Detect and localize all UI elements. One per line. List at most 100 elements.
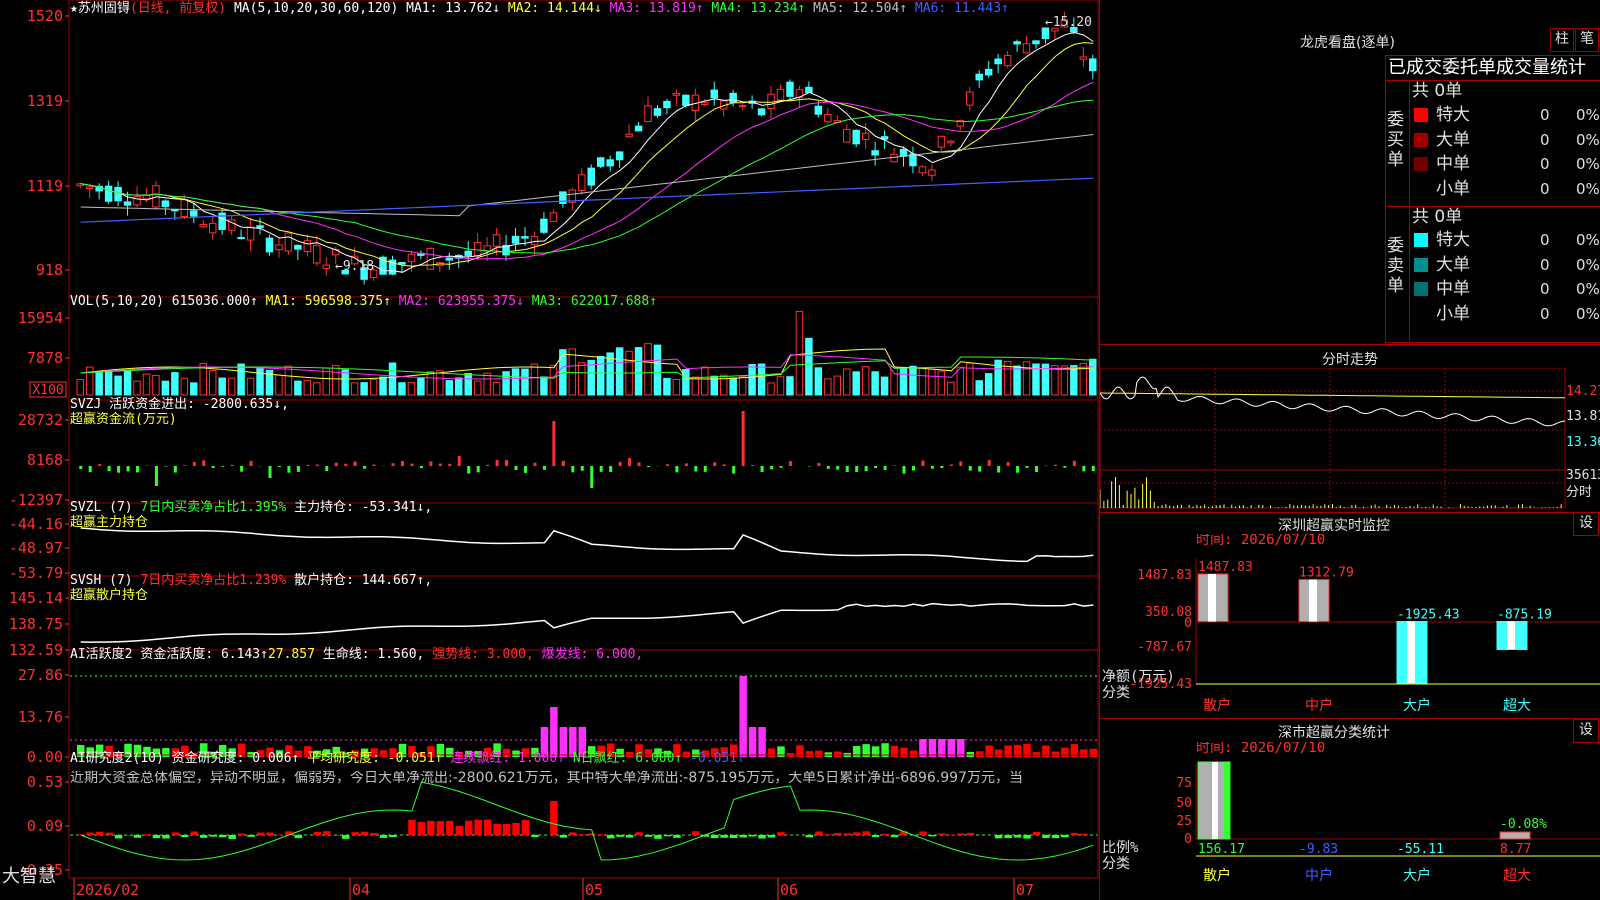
flow-bar bbox=[836, 466, 840, 470]
research-bar bbox=[209, 835, 217, 837]
research-bar bbox=[360, 831, 369, 835]
y-tick-label: -53.79 bbox=[9, 564, 63, 582]
sell-color-swatch bbox=[1414, 282, 1428, 297]
svzl-header: SVZL (7) 7日内买卖净占比1.395% 主力持仓: -53.341↓, … bbox=[70, 500, 432, 530]
volume-bar bbox=[663, 377, 671, 396]
candle-body bbox=[208, 222, 217, 234]
research-bar bbox=[417, 821, 426, 835]
research-bar bbox=[427, 820, 435, 835]
activity-bar bbox=[928, 739, 937, 757]
flow-bar bbox=[514, 466, 518, 470]
research-bar bbox=[493, 823, 501, 835]
flow-bar bbox=[154, 466, 158, 486]
volume-bar bbox=[672, 378, 681, 396]
x-tick-label: 06 bbox=[780, 881, 798, 899]
flow-bar bbox=[845, 466, 849, 472]
volume-bar bbox=[805, 337, 813, 396]
flow-bar bbox=[419, 466, 423, 469]
candle-body bbox=[284, 232, 293, 252]
classify-y-tick: 25 bbox=[1176, 814, 1192, 829]
research-bar bbox=[379, 835, 388, 838]
research-bar bbox=[86, 832, 94, 835]
research-bar bbox=[852, 832, 861, 835]
flow-bar bbox=[126, 466, 130, 472]
ai1-label: AI活跃度2 bbox=[70, 647, 133, 662]
flow-bar bbox=[893, 465, 897, 466]
candle-body bbox=[265, 237, 274, 253]
y-tick-label: 918 bbox=[36, 261, 63, 279]
flow-bar bbox=[467, 466, 471, 474]
ai2-header: AI研究度2(10) 资金研究度: 0.006↑ 平均研究度: -0.051↑ … bbox=[70, 751, 745, 766]
svzl-line bbox=[80, 527, 1094, 563]
volume-bar bbox=[606, 352, 614, 396]
activity-bar bbox=[1051, 751, 1060, 757]
flow-bar bbox=[722, 464, 726, 466]
activity-bar bbox=[805, 751, 814, 757]
research-bar bbox=[133, 835, 142, 838]
fenshi-chart[interactable]: 14.27 13.81 13.36 35613 分时 bbox=[1100, 368, 1600, 510]
flow-bar bbox=[296, 466, 300, 472]
buy-row-count: 0 bbox=[1540, 180, 1550, 199]
stock-name: ★苏州固锝 bbox=[70, 1, 130, 16]
research-bar bbox=[294, 835, 303, 839]
research-bar bbox=[1032, 831, 1041, 835]
svsh-value: 144.667↑, bbox=[361, 573, 433, 588]
flow-bar bbox=[637, 462, 641, 466]
y-tick-label: 15954 bbox=[18, 309, 63, 327]
flow-bar bbox=[930, 466, 934, 469]
activity-bar bbox=[1080, 749, 1088, 757]
flow-bar bbox=[826, 466, 830, 469]
classify-y-tick: 50 bbox=[1176, 796, 1192, 811]
volume-bar bbox=[1089, 358, 1097, 396]
research-bar bbox=[966, 832, 974, 835]
volume-bar bbox=[502, 371, 510, 396]
volume-bar bbox=[975, 380, 983, 396]
research-bar bbox=[777, 832, 785, 835]
svzj-label: SVZJ 活跃资金进出: bbox=[70, 397, 195, 412]
monitor-bar-highlight bbox=[1407, 621, 1415, 683]
research-bar bbox=[871, 835, 880, 838]
candle-body bbox=[1032, 40, 1040, 45]
sell-row-name: 小单 bbox=[1436, 304, 1470, 325]
research-bar bbox=[464, 820, 473, 835]
classify-chart[interactable]: 时间: 2026/07/10 75 50 25 0 -0.08% 156.17 -9.83 -5… bbox=[1100, 742, 1600, 900]
volume-bar bbox=[294, 380, 302, 396]
classify-settings-button[interactable]: 设 bbox=[1573, 719, 1599, 743]
volume-bar bbox=[757, 363, 766, 396]
candle-body bbox=[398, 261, 406, 265]
research-bar bbox=[1042, 835, 1050, 838]
svzl-label2: 主力持仓: bbox=[294, 500, 354, 515]
research-bar bbox=[483, 819, 492, 835]
research-bar bbox=[767, 835, 776, 838]
volume-bar bbox=[549, 364, 558, 396]
buy-row-pct: 0% bbox=[1576, 130, 1600, 149]
research-bar bbox=[550, 801, 558, 835]
activity-bar bbox=[909, 750, 918, 757]
tick-mode-button[interactable]: 笔 bbox=[1575, 28, 1599, 52]
bar-mode-button[interactable]: 柱 bbox=[1550, 28, 1574, 52]
research-bar bbox=[881, 833, 889, 835]
candle-body bbox=[984, 68, 993, 76]
monitor-xlabel: 分类 bbox=[1102, 685, 1130, 701]
flow-bar bbox=[978, 466, 982, 472]
candle-body bbox=[824, 113, 832, 123]
sell-color-swatch bbox=[1414, 257, 1428, 272]
classify-value: -55.11 bbox=[1397, 842, 1444, 857]
candle-body bbox=[142, 194, 151, 200]
svsh-header: SVSH (7) 7日内买卖净占比1.239% 散户持仓: 144.667↑, … bbox=[70, 573, 432, 603]
monitor-y-tick: 0 bbox=[1184, 616, 1192, 631]
volume-bar bbox=[634, 347, 643, 396]
candle-body bbox=[701, 102, 709, 106]
monitor-settings-button[interactable]: 设 bbox=[1573, 512, 1599, 536]
ma-item-6: MA6: 11.443↑ bbox=[914, 1, 1009, 16]
flow-bar bbox=[1063, 466, 1067, 468]
flow-bar bbox=[145, 465, 149, 466]
ai2-v4: 6.000↑ bbox=[635, 751, 683, 766]
buy-total: 共 0单 bbox=[1412, 81, 1463, 101]
candle-body bbox=[114, 186, 122, 202]
classify-y-tick: 75 bbox=[1176, 776, 1192, 791]
volume-bar bbox=[483, 372, 491, 396]
volume-bar bbox=[379, 376, 387, 396]
flow-bar bbox=[552, 421, 556, 466]
monitor-chart[interactable]: 时间: 2026/07/101487.83350.080-787.67-1925… bbox=[1100, 534, 1600, 716]
